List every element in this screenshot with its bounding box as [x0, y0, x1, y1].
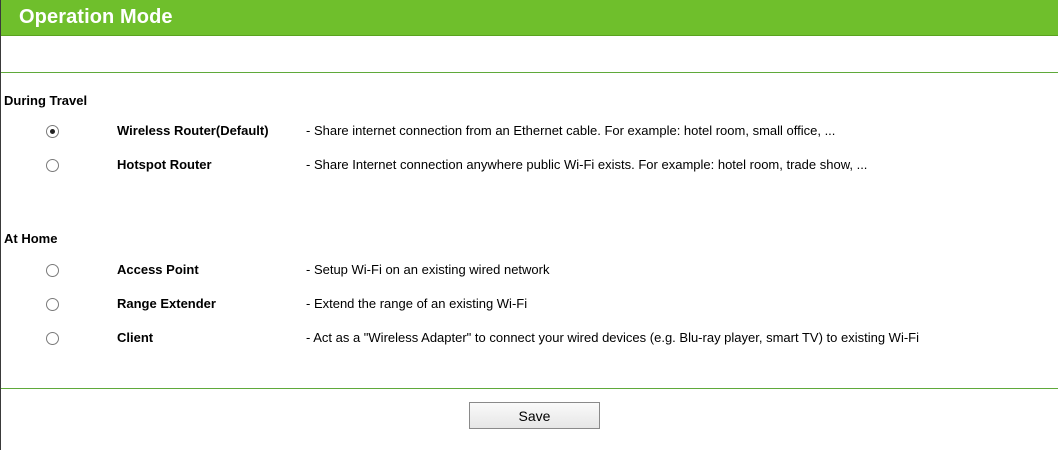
save-button[interactable]: Save	[469, 402, 600, 429]
radio-client[interactable]	[46, 332, 59, 345]
option-label: Wireless Router(Default)	[117, 123, 269, 138]
radio-range-extender[interactable]	[46, 298, 59, 311]
top-divider	[1, 72, 1058, 73]
radio-hotspot-router[interactable]	[46, 159, 59, 172]
option-hotspot-router[interactable]: Hotspot Router - Share Internet connecti…	[1, 157, 1058, 177]
radio-wireless-router[interactable]	[46, 125, 59, 138]
option-description: - Act as a "Wireless Adapter" to connect…	[306, 330, 919, 345]
operation-mode-page: Operation Mode During Travel Wireless Ro…	[0, 0, 1058, 450]
option-client[interactable]: Client - Act as a "Wireless Adapter" to …	[1, 330, 1058, 350]
section-title-at-home: At Home	[4, 231, 58, 246]
radio-access-point[interactable]	[46, 264, 59, 277]
option-description: - Extend the range of an existing Wi-Fi	[306, 296, 528, 311]
option-description: - Share Internet connection anywhere pub…	[306, 157, 868, 172]
option-label: Hotspot Router	[117, 157, 212, 172]
option-description: - Share internet connection from an Ethe…	[306, 123, 836, 138]
option-label: Access Point	[117, 262, 199, 277]
header-bar: Operation Mode	[1, 0, 1058, 36]
option-label: Range Extender	[117, 296, 216, 311]
page-title: Operation Mode	[19, 6, 173, 28]
section-title-during-travel: During Travel	[4, 93, 88, 108]
bottom-divider	[1, 388, 1058, 389]
option-label: Client	[117, 330, 154, 345]
option-description: - Setup Wi-Fi on an existing wired netwo…	[306, 262, 550, 277]
option-range-extender[interactable]: Range Extender - Extend the range of an …	[1, 296, 1058, 316]
option-access-point[interactable]: Access Point - Setup Wi-Fi on an existin…	[1, 262, 1058, 282]
option-wireless-router[interactable]: Wireless Router(Default) - Share interne…	[1, 123, 1058, 143]
